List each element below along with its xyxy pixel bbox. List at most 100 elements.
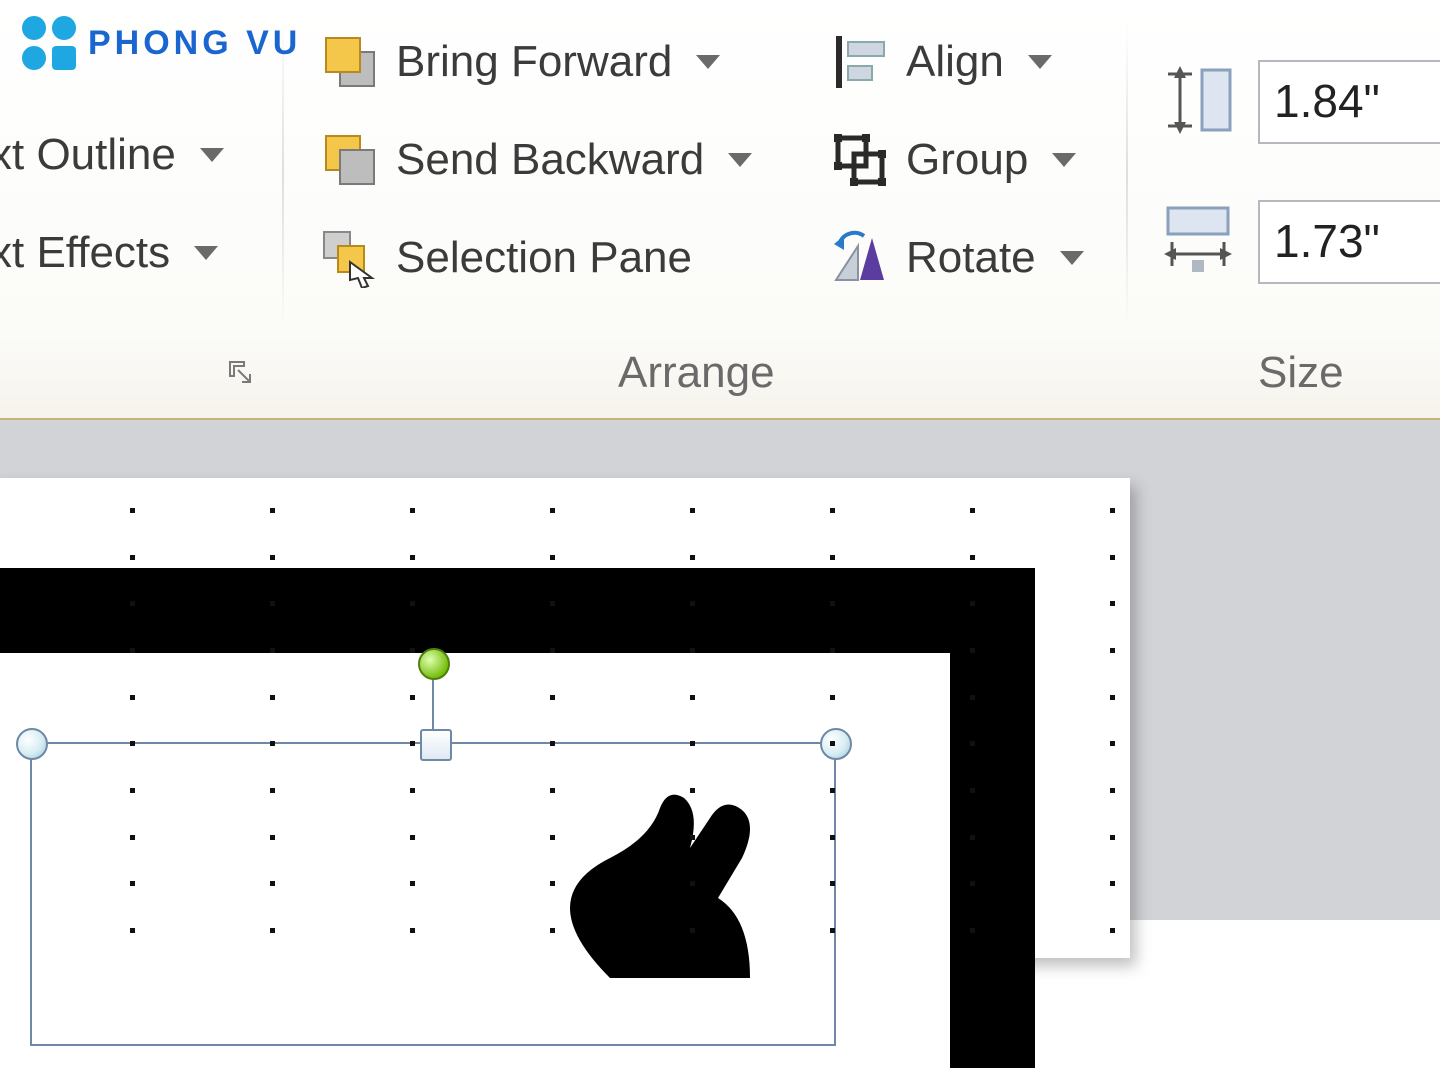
grid-dot — [1110, 601, 1115, 606]
grid-dot — [130, 695, 135, 700]
text-effects-button[interactable]: xt Effects — [0, 228, 218, 278]
grid-dot — [410, 601, 415, 606]
grid-dot — [970, 508, 975, 513]
grid-dot — [550, 601, 555, 606]
rotate-button[interactable]: Rotate — [830, 228, 1084, 288]
grid-dot — [130, 601, 135, 606]
resize-handle-n[interactable] — [420, 729, 452, 761]
grid-dot — [830, 601, 835, 606]
grid-dot — [130, 648, 135, 653]
chevron-down-icon — [1028, 55, 1052, 69]
grid-dot — [1110, 835, 1115, 840]
send-backward-label: Send Backward — [396, 135, 704, 185]
grid-dot — [550, 508, 555, 513]
resize-handle-nw[interactable] — [16, 728, 48, 760]
align-button[interactable]: Align — [830, 32, 1052, 92]
grid-dot — [970, 555, 975, 560]
chevron-down-icon — [696, 55, 720, 69]
selection-pane-icon — [320, 228, 380, 288]
grid-dot — [970, 835, 975, 840]
watermark-text: PHONG VU — [88, 24, 301, 63]
grid-dot — [410, 788, 415, 793]
group-label: Group — [906, 135, 1028, 185]
shape-height-input[interactable]: 1.84" — [1258, 60, 1440, 144]
document-canvas[interactable]: // placeholder so structure is complete;… — [0, 420, 1440, 920]
grid-dot — [410, 881, 415, 886]
shape-width-icon — [1158, 200, 1238, 280]
chevron-down-icon — [200, 148, 224, 162]
grid-dot — [410, 741, 415, 746]
grid-dot — [690, 648, 695, 653]
grid-dot — [270, 928, 275, 933]
grid-dot — [690, 928, 695, 933]
grid-dot — [270, 881, 275, 886]
shape-height-icon — [1158, 60, 1238, 140]
grid-dot — [270, 601, 275, 606]
text-outline-button[interactable]: xt Outline — [0, 130, 224, 180]
grid-dot — [130, 835, 135, 840]
grid-dot — [270, 695, 275, 700]
grid-dot — [830, 741, 835, 746]
page: // placeholder so structure is complete;… — [0, 478, 1130, 958]
grid-dot — [130, 508, 135, 513]
grid-dot — [410, 555, 415, 560]
grid-dot — [1110, 881, 1115, 886]
grid-dot — [830, 835, 835, 840]
chevron-down-icon — [728, 153, 752, 167]
grid-dot — [1110, 741, 1115, 746]
wordart-dialog-launcher[interactable] — [226, 358, 254, 386]
grid-dot — [830, 508, 835, 513]
text-outline-label: xt Outline — [0, 130, 176, 180]
grid-dot — [830, 928, 835, 933]
grid-dot — [970, 788, 975, 793]
grid-dot — [130, 741, 135, 746]
group-button[interactable]: Group — [830, 130, 1076, 190]
grid-dot — [550, 835, 555, 840]
grid-dot — [130, 881, 135, 886]
chevron-down-icon — [1052, 153, 1076, 167]
grid-dot — [410, 928, 415, 933]
grid-dot — [1110, 508, 1115, 513]
shape-height-value: 1.84" — [1274, 75, 1380, 127]
align-label: Align — [906, 37, 1004, 87]
grid-dot — [1110, 648, 1115, 653]
grid-dot — [690, 881, 695, 886]
grid-dot — [1110, 928, 1115, 933]
bring-forward-icon — [320, 32, 380, 92]
grid-dot — [970, 928, 975, 933]
grid-dot — [270, 555, 275, 560]
chevron-down-icon — [194, 246, 218, 260]
group-icon — [830, 130, 890, 190]
resize-handle-ne[interactable] — [820, 728, 852, 760]
grid-dot — [690, 835, 695, 840]
size-group-label: Size — [1258, 348, 1344, 398]
grid-dot — [410, 695, 415, 700]
grid-dot — [830, 555, 835, 560]
grid-dot — [550, 695, 555, 700]
grid-dot — [1110, 555, 1115, 560]
grid-dot — [1110, 695, 1115, 700]
grid-dot — [130, 788, 135, 793]
send-backward-button[interactable]: Send Backward — [320, 130, 752, 190]
grid-dot — [690, 695, 695, 700]
selection-outline[interactable] — [30, 742, 836, 1046]
send-backward-icon — [320, 130, 380, 190]
rotation-handle[interactable] — [418, 648, 450, 680]
grid-dot — [690, 508, 695, 513]
shape-width-input[interactable]: 1.73" — [1258, 200, 1440, 284]
grid-dot — [970, 741, 975, 746]
grid-dot — [690, 741, 695, 746]
shape-width-value: 1.73" — [1274, 215, 1380, 267]
grid-dot — [550, 881, 555, 886]
grid-dot — [830, 881, 835, 886]
grid-dot — [410, 508, 415, 513]
selection-pane-label: Selection Pane — [396, 233, 692, 283]
grid-dot — [130, 555, 135, 560]
grid-dot — [270, 835, 275, 840]
watermark-dots-icon — [22, 16, 76, 70]
grid-dot — [550, 741, 555, 746]
rotate-icon — [830, 228, 890, 288]
selection-pane-button[interactable]: Selection Pane — [320, 228, 692, 288]
bring-forward-button[interactable]: Bring Forward — [320, 32, 720, 92]
grid-dot — [270, 788, 275, 793]
